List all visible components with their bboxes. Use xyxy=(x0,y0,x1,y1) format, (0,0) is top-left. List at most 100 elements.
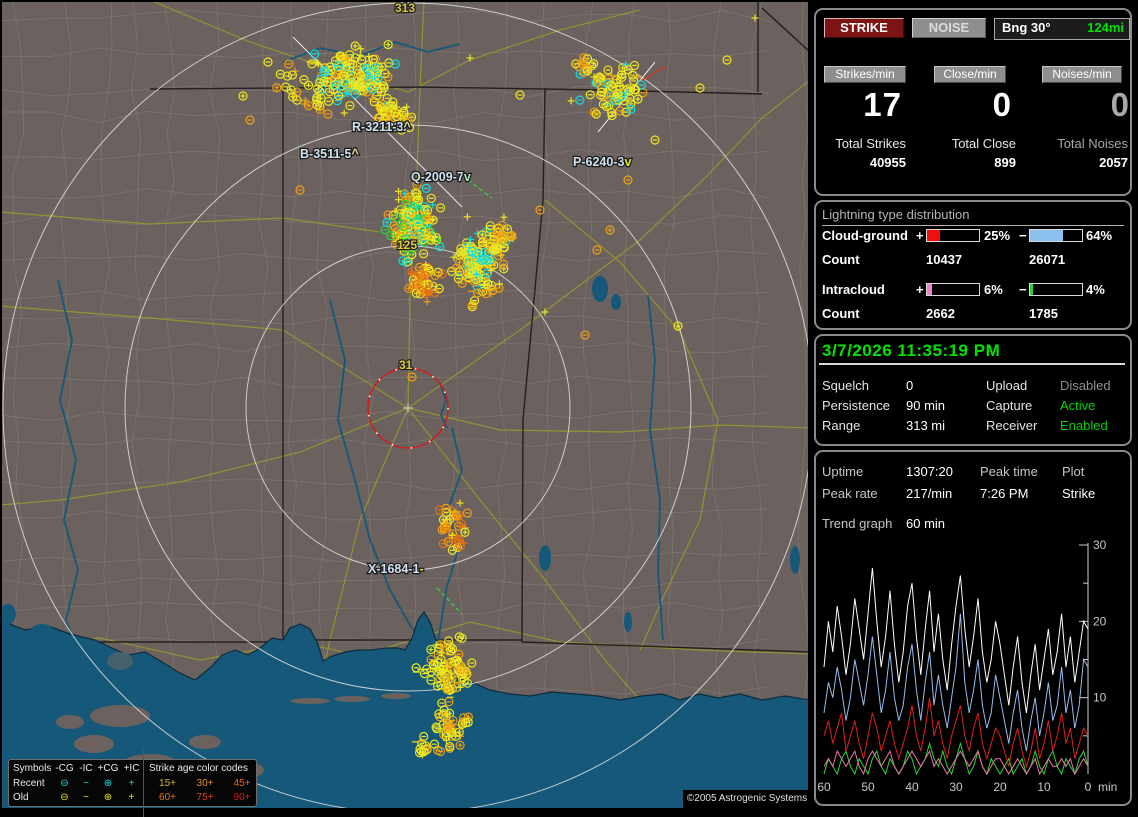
x-axis-unit: min xyxy=(1098,780,1117,794)
capture-status: Active xyxy=(1060,398,1095,413)
y-tick-label: 20 xyxy=(1093,614,1107,628)
pos-ic-old-icon: + xyxy=(120,792,143,803)
ic-positive-count: 2662 xyxy=(926,306,955,321)
island xyxy=(334,696,370,702)
close-per-min-label: Close/min xyxy=(934,66,1006,83)
island xyxy=(56,715,84,729)
legend-neg-cg-header: -CG xyxy=(53,763,76,774)
ic-negative-bar xyxy=(1029,283,1083,296)
counter-panel: STRIKE NOISE 124mi Bng 30° Strikes/min C… xyxy=(814,8,1132,196)
upload-status: Disabled xyxy=(1060,378,1111,393)
receiver-status: Enabled xyxy=(1060,418,1108,433)
x-tick-label: 60 xyxy=(817,780,831,794)
copyright-text: ©2005 Astrogenic Systems xyxy=(683,790,811,808)
total-close-label: Total Close xyxy=(912,136,1016,151)
plot-label: Plot xyxy=(1062,464,1084,479)
x-tick-label: 40 xyxy=(905,780,919,794)
x-tick-label: 0 xyxy=(1085,780,1092,794)
ic-negative-pct: 4% xyxy=(1086,282,1105,297)
storm-cell-label: B-3511-5^ xyxy=(300,147,359,161)
uptime-value: 1307:20 xyxy=(906,464,953,479)
distribution-header: Lightning type distribution xyxy=(822,207,1124,226)
lake xyxy=(30,624,54,640)
lightning-map[interactable]: 31321912531B-3511-5^R-3211-3^Q-2009-7vP-… xyxy=(0,0,812,812)
trend-window-value: 60 min xyxy=(906,516,945,531)
pos-cg-old-icon: ⊕ xyxy=(96,792,120,803)
plus-sign: + xyxy=(916,228,924,243)
trend-graph-label: Trend graph xyxy=(822,516,892,531)
strike-button[interactable]: STRIKE xyxy=(824,18,904,38)
age-45-label: 45+ xyxy=(224,778,260,789)
storm-cell-label: X-1684-1- xyxy=(368,562,424,576)
noises-per-min-label: Noises/min xyxy=(1042,66,1122,83)
minus-sign: − xyxy=(1019,282,1027,297)
range-ring-label: 313 xyxy=(395,1,415,15)
distribution-panel: Lightning type distribution Cloud-ground… xyxy=(814,200,1132,330)
island xyxy=(290,698,330,704)
total-noises-value: 2057 xyxy=(1022,155,1128,170)
total-strikes-value: 40955 xyxy=(816,155,906,170)
legend-recent-label: Recent xyxy=(13,778,53,789)
persistence-label: Persistence xyxy=(822,398,890,413)
cg-count-label: Count xyxy=(822,252,860,267)
peak-rate-value: 217/min xyxy=(906,486,952,501)
peak-time-label: Peak time xyxy=(980,464,1038,479)
storm-cell-label: P-6240-3v xyxy=(573,155,631,169)
cg-positive-count: 10437 xyxy=(926,252,962,267)
map-canvas[interactable]: 31321912531B-3511-5^R-3211-3^Q-2009-7vP-… xyxy=(0,0,812,812)
trend-series-total-strikes xyxy=(824,568,1088,713)
cg-negative-pct: 64% xyxy=(1086,228,1112,243)
bearing-label: Bng 30° xyxy=(995,20,1051,35)
cg-negative-bar-fill xyxy=(1030,230,1063,241)
cg-positive-bar-fill xyxy=(927,230,940,241)
symbol-legend: Symbols -CG -IC +CG +IC Strike age color… xyxy=(8,759,257,807)
lake xyxy=(611,294,621,310)
noises-per-min-value: 0 xyxy=(1022,86,1130,124)
ic-positive-bar xyxy=(926,283,980,296)
trend-series-cg-negative xyxy=(824,614,1088,751)
neg-ic-recent-icon: − xyxy=(76,778,96,789)
lake xyxy=(790,546,800,574)
noise-button[interactable]: NOISE xyxy=(912,18,986,38)
range-ring-label: 31 xyxy=(399,358,413,372)
age-75-label: 75+ xyxy=(186,792,224,803)
legend-pos-ic-header: +IC xyxy=(120,763,143,774)
lake xyxy=(151,702,169,714)
legend-old-label: Old xyxy=(13,792,53,803)
peak-rate-label: Peak rate xyxy=(822,486,878,501)
pos-cg-recent-icon: ⊕ xyxy=(96,778,120,789)
close-per-min-value: 0 xyxy=(912,86,1012,124)
x-tick-label: 30 xyxy=(949,780,963,794)
lake xyxy=(624,612,632,632)
capture-label: Capture xyxy=(986,398,1032,413)
strikes-per-min-label: Strikes/min xyxy=(824,66,906,83)
age-60-label: 60+ xyxy=(149,792,186,803)
peak-time-value: 7:26 PM xyxy=(980,486,1028,501)
cg-negative-bar xyxy=(1029,229,1083,242)
storm-cell-label: R-3211-3^ xyxy=(352,120,411,134)
age-15-label: 15+ xyxy=(149,778,186,789)
lake xyxy=(0,604,16,624)
total-close-value: 899 xyxy=(912,155,1016,170)
cg-positive-bar xyxy=(926,229,980,242)
datetime-display: 3/7/2026 11:35:19 PM xyxy=(822,341,1000,361)
persistence-value: 90 min xyxy=(906,398,945,413)
legend-symbols-header: Symbols xyxy=(13,763,53,774)
bearing-box: 124mi Bng 30° xyxy=(994,18,1130,40)
neg-cg-recent-icon: ⊖ xyxy=(53,778,76,789)
ic-positive-bar-fill xyxy=(927,284,932,295)
range-ring-label: 125 xyxy=(397,238,417,252)
legend-age-header: Strike age color codes xyxy=(149,763,260,774)
x-tick-label: 20 xyxy=(993,780,1007,794)
plot-mode-value: Strike xyxy=(1062,486,1095,501)
island xyxy=(189,735,221,749)
trend-series-cg-positive xyxy=(824,698,1088,767)
strikes-per-min-value: 17 xyxy=(816,86,902,124)
bearing-distance: 124mi xyxy=(1087,19,1129,37)
receiver-label: Receiver xyxy=(986,418,1037,433)
island xyxy=(90,705,150,727)
plus-sign: + xyxy=(916,282,924,297)
trend-graph: 1020306050403020100min xyxy=(816,537,1130,805)
intracloud-label: Intracloud xyxy=(822,282,885,297)
neg-ic-old-icon: − xyxy=(76,792,96,803)
